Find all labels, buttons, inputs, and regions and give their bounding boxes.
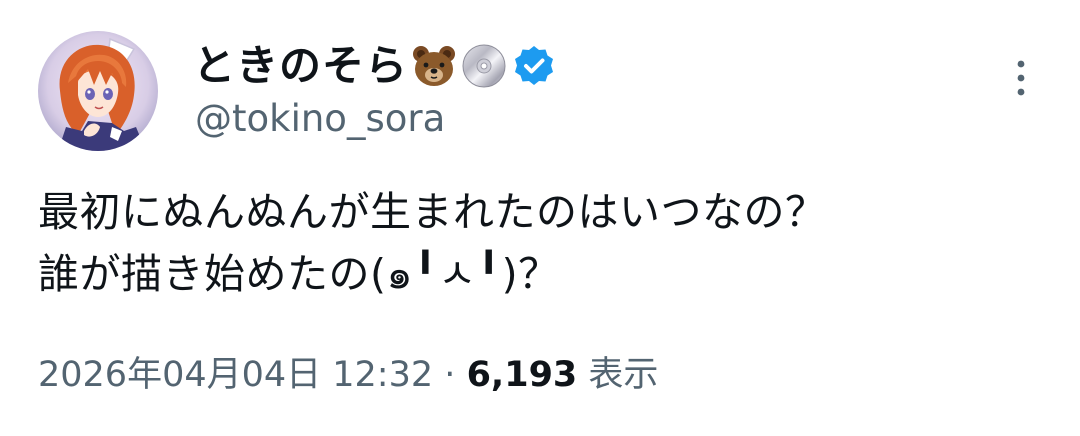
views-count[interactable]: 6,193 [467,355,578,395]
tweet-text-line-2: 誰が描き始めたの(๑╹ㅅ╹)？ [38,249,560,298]
avatar-image [38,31,158,151]
avatar[interactable] [38,31,158,151]
tweet-text-line-1: 最初にぬんぬんが生まれたのはいつなの？ [38,188,827,236]
author-handle[interactable]: @tokino_sora [195,97,445,141]
verified-badge-icon[interactable] [510,42,558,90]
optical-disc-emoji-icon [460,42,508,90]
tweet-meta: 2026年04月04日 12:32 · 6,193 表示 [38,354,658,396]
tweet-text: 最初にぬんぬんが生まれたのはいつなの？ 誰が描き始めたの(๑╹ㅅ╹)？ [38,182,1048,305]
author-name-row: ときのそら [193,36,558,96]
bear-face-emoji-icon [410,42,458,90]
more-vertical-icon [1017,60,1025,96]
author-display-name[interactable]: ときのそら [193,45,408,87]
views-label: 表示 [588,355,659,395]
more-options-button[interactable] [1006,58,1036,98]
meta-separator: · [444,355,456,395]
tweet-timestamp[interactable]: 2026年04月04日 12:32 [38,355,433,395]
